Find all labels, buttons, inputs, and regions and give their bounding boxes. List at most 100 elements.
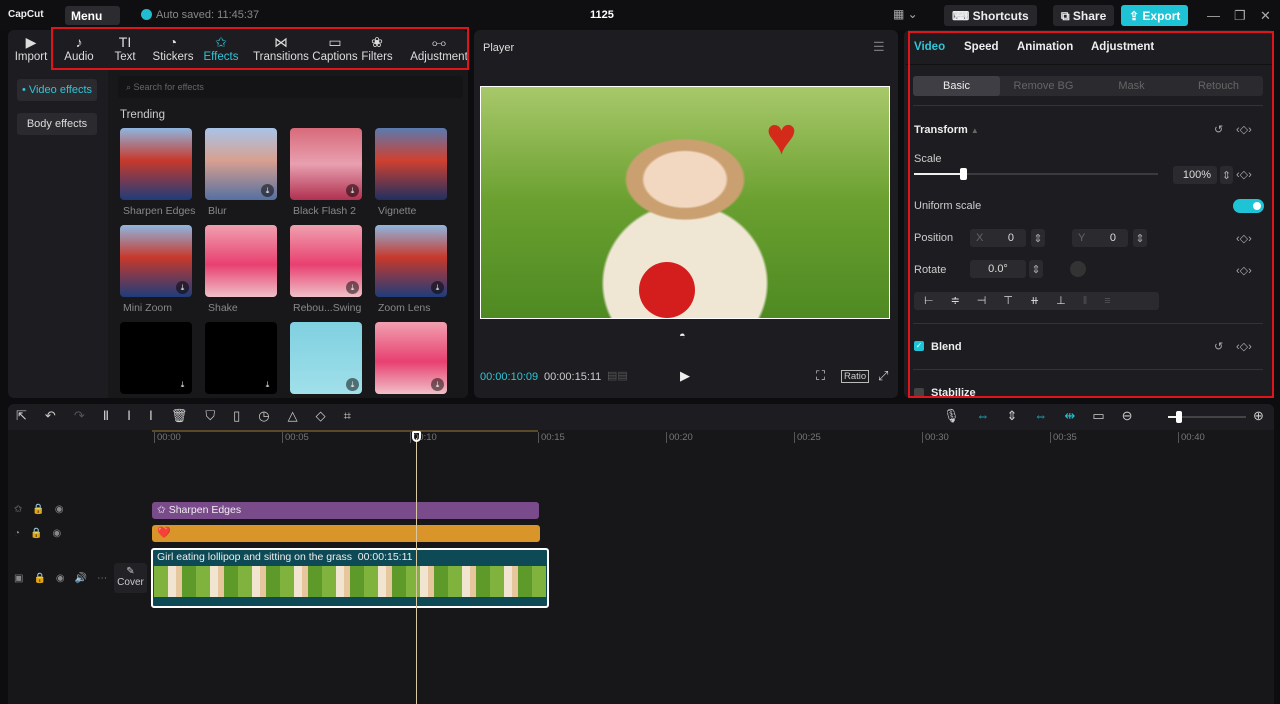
video-preview[interactable]: ♥ <box>480 86 890 319</box>
effect-icon: ✩ <box>157 504 169 516</box>
download-icon[interactable]: ⤓ <box>176 378 189 391</box>
effect-label: Zoom Lens <box>378 302 431 314</box>
effect-thumbnail[interactable]: ⤓ <box>290 225 362 297</box>
split-right-icon: Ⅰ <box>148 408 171 423</box>
download-icon[interactable]: ⤓ <box>431 281 444 294</box>
effect-thumbnail[interactable] <box>205 225 277 297</box>
keyboard-icon: ⌨ <box>952 9 973 23</box>
auto-snap-icon: ⇕ <box>1006 408 1035 423</box>
zoom-fit-icon[interactable]: ⛶ <box>816 368 825 384</box>
check-circle-icon <box>141 9 152 20</box>
delete-icon: 🗑 <box>170 408 206 423</box>
thumbnail-icon: ▭ <box>1092 408 1122 423</box>
eye-icon: ◉ <box>55 573 75 584</box>
lock-icon: 🔒 <box>32 504 55 515</box>
ruler-tick: 00:20 <box>666 432 693 443</box>
effect-label: Mini Zoom <box>123 302 173 314</box>
effect-thumbnail[interactable]: ⤓ <box>205 128 277 200</box>
tab-import[interactable]: ▶ Import <box>8 33 54 63</box>
export-button[interactable]: ⇪ Export <box>1121 5 1189 26</box>
export-label: Export <box>1142 9 1181 23</box>
layout-icon[interactable]: ▦ ⌄ <box>893 7 918 21</box>
auto-saved-status: Auto saved: 11:45:37 <box>141 9 259 21</box>
select-icon: ⇱ <box>16 408 45 423</box>
clip-duration: 00:00:15:11 <box>357 551 413 563</box>
work-area <box>152 430 538 432</box>
redo-icon: ↷ <box>73 408 103 423</box>
sidebar-item-body-effects[interactable]: Body effects <box>17 113 97 135</box>
effect-thumbnail[interactable]: ⤓ <box>120 225 192 297</box>
lock-icon: 🔒 <box>30 528 53 539</box>
ruler-tick: 00:05 <box>282 432 309 443</box>
restore-icon[interactable]: ❐ <box>1234 8 1246 24</box>
download-icon[interactable]: ⤓ <box>346 184 359 197</box>
share-icon: ⧉ <box>1061 9 1073 23</box>
shortcuts-button[interactable]: ⌨ Shortcuts <box>944 5 1037 26</box>
ratio-button[interactable]: Ratio <box>841 370 870 383</box>
download-icon[interactable]: ⤓ <box>346 281 359 294</box>
eye-icon: ◉ <box>52 528 72 539</box>
effects-search-input[interactable]: ⌕ Search for effects <box>118 76 463 98</box>
share-button[interactable]: ⧉ Share <box>1053 5 1115 26</box>
effect-label: Shake <box>208 302 238 314</box>
playhead[interactable] <box>416 438 417 704</box>
minimize-icon[interactable]: — <box>1207 8 1220 23</box>
zoom-slider-handle[interactable] <box>1176 411 1182 423</box>
mirror-icon: △ <box>287 408 316 423</box>
sticker-track-icon: ◔ <box>14 528 31 539</box>
sticker-clip[interactable]: ❤️ <box>152 525 540 542</box>
zoom-in-icon[interactable]: ⊕ <box>1253 408 1264 424</box>
effect-thumbnail[interactable] <box>375 128 447 200</box>
split-icon: Ⅱ <box>102 408 128 423</box>
undo-icon: ↶ <box>44 408 74 423</box>
upload-icon: ⇪ <box>1129 9 1143 23</box>
menu-button[interactable]: Menu ●⌄ <box>65 6 120 36</box>
timeline-right-tools[interactable]: 🎙⇔⇕⇔⇹▭⊖ <box>943 408 1150 424</box>
split-left-icon: Ⅰ <box>127 408 149 423</box>
effect-label: Sharpen Edges <box>123 205 196 217</box>
hamburger-menu-icon[interactable]: ☰ <box>873 39 885 55</box>
sidebar-item-video-effects[interactable]: • Video effects <box>17 79 97 101</box>
rotate-handle-icon[interactable]: ◓ <box>679 330 686 342</box>
heart-sticker[interactable]: ♥ <box>766 107 797 167</box>
effect-track-controls[interactable]: ✩🔒◉ <box>14 504 74 515</box>
zoom-slider[interactable] <box>1168 411 1246 423</box>
close-icon[interactable]: ✕ <box>1260 8 1271 24</box>
download-icon[interactable]: ⤓ <box>431 378 444 391</box>
zoom-out-icon: ⊖ <box>1121 408 1150 423</box>
effect-thumbnail[interactable]: ⤓ <box>375 225 447 297</box>
shortcuts-label: Shortcuts <box>972 9 1029 23</box>
freeze-icon: ▯ <box>233 408 259 423</box>
cover-label: Cover <box>117 577 144 588</box>
fullscreen-icon[interactable]: ⤢ <box>878 368 888 384</box>
download-icon[interactable]: ⤓ <box>261 378 274 391</box>
effect-thumbnail[interactable]: ⤓ <box>290 322 362 394</box>
search-icon: ⌕ <box>126 82 134 92</box>
sticker-track-controls[interactable]: ◔🔒◉ <box>14 528 71 539</box>
microphone-icon: 🎙 <box>943 408 977 423</box>
play-button[interactable]: ▶ <box>680 368 690 384</box>
effect-label: Blur <box>208 205 227 217</box>
ruler-tick: 00:35 <box>1050 432 1077 443</box>
video-track-icon: ▣ <box>14 573 34 584</box>
download-icon[interactable]: ⤓ <box>176 281 189 294</box>
audio-icon: 🔊 <box>74 573 98 584</box>
clip-title: Girl eating lollipop and sitting on the … <box>157 551 352 563</box>
effect-thumbnail[interactable]: ⤓ <box>205 322 277 394</box>
effect-thumbnail[interactable]: ⤓ <box>290 128 362 200</box>
edit-tools[interactable]: ⇱↶↷ⅡⅠⅠ🗑⛉▯◷△◇⌗ <box>16 408 369 424</box>
cover-button[interactable]: ✎ Cover <box>114 563 147 593</box>
effect-clip[interactable]: ✩ Sharpen Edges <box>152 502 539 519</box>
download-icon[interactable]: ⤓ <box>346 378 359 391</box>
pencil-icon: ✎ <box>126 566 135 577</box>
effect-thumbnail[interactable]: ⤓ <box>375 322 447 394</box>
effect-thumbnail[interactable] <box>120 128 192 200</box>
effect-thumbnail[interactable]: ⤓ <box>120 322 192 394</box>
project-name: 1125 <box>590 9 614 21</box>
menu-label: Menu <box>71 9 103 23</box>
video-track-controls[interactable]: ▣🔒◉🔊⋯ <box>14 573 117 584</box>
download-icon[interactable]: ⤓ <box>261 184 274 197</box>
video-clip[interactable]: Girl eating lollipop and sitting on the … <box>151 548 549 608</box>
timeline-grid-icon[interactable]: ▤▤ <box>607 369 628 382</box>
playhead-handle[interactable] <box>412 431 421 442</box>
